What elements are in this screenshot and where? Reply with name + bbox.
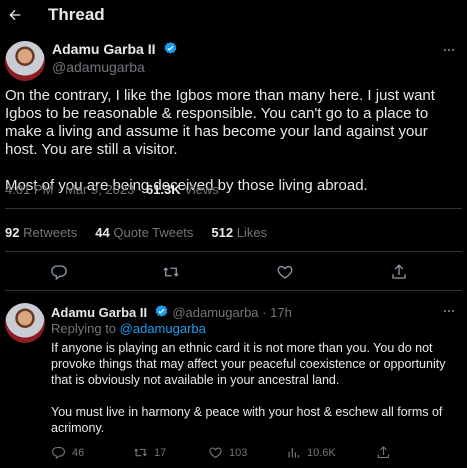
replying-to-label: Replying to <box>51 321 117 336</box>
retweets-count: 92 <box>5 225 20 240</box>
divider <box>5 208 462 209</box>
share-button[interactable] <box>390 263 408 281</box>
heart-icon <box>209 447 222 459</box>
likes-label: Likes <box>236 225 268 240</box>
quotes-count: 44 <box>95 225 110 240</box>
reply-views-count: 10.6K <box>307 446 336 459</box>
meta-separator: · <box>138 182 146 197</box>
author-handle[interactable]: @adamugarba <box>52 59 145 75</box>
reply-age[interactable]: 17h <box>270 305 292 320</box>
reply-views-button[interactable]: 10.6K <box>286 445 336 460</box>
arrow-left-icon <box>9 9 21 21</box>
verified-badge-icon <box>164 41 177 54</box>
reply-icon <box>51 446 66 460</box>
reply-author-name[interactable]: Adamu Garba II <box>51 305 147 320</box>
reply-button[interactable] <box>50 263 68 281</box>
share-icon <box>377 446 390 459</box>
meta-separator: · <box>57 182 65 197</box>
tweet-date[interactable]: Mar 9, 2023 <box>65 182 134 197</box>
thread-header: Thread <box>0 0 467 30</box>
reply-author-avatar[interactable] <box>5 303 45 343</box>
page-title: Thread <box>48 5 105 24</box>
replying-to-handle-link[interactable]: @adamugarba <box>120 321 206 336</box>
views-count: 61.3K <box>145 182 181 197</box>
verified-badge-icon <box>155 304 168 317</box>
tweet-paragraph: On the contrary, I like the Igbos more t… <box>5 87 435 158</box>
quotes-stat[interactable]: 44 Quote Tweets <box>95 225 193 240</box>
retweets-stat[interactable]: 92 Retweets <box>5 225 77 240</box>
share-icon <box>392 264 406 279</box>
reply-reply-button[interactable]: 46 <box>51 445 84 460</box>
back-button[interactable] <box>4 4 26 26</box>
retweet-icon <box>134 448 147 457</box>
reply-actions: 46 17 103 10.6K <box>0 445 467 463</box>
more-horizontal-icon <box>443 48 455 52</box>
reply-more-options-button[interactable] <box>440 302 458 320</box>
reply-like-button[interactable]: 103 <box>208 445 247 460</box>
reply-share-button[interactable] <box>376 445 391 460</box>
reply-replies-count: 46 <box>72 446 85 459</box>
likes-count: 512 <box>211 225 234 240</box>
reply-author-handle[interactable]: @adamugarba <box>172 305 258 320</box>
like-button[interactable] <box>276 263 294 281</box>
quotes-label: Quote Tweets <box>113 225 194 240</box>
likes-stat[interactable]: 512 Likes <box>211 225 267 240</box>
more-horizontal-icon <box>443 309 455 313</box>
reply-retweet-button[interactable]: 17 <box>133 445 166 460</box>
reply-icon <box>51 265 67 281</box>
reply-header: Adamu Garba II @adamugarba · 17h <box>51 304 292 320</box>
reply-paragraph: If anyone is playing an ethnic card it i… <box>51 341 446 387</box>
replying-to: Replying to @adamugarba <box>51 321 206 336</box>
reply-likes-count: 103 <box>229 446 248 459</box>
tweet-time[interactable]: 4:01 PM <box>5 182 53 197</box>
more-options-button[interactable] <box>440 41 458 59</box>
author-avatar[interactable] <box>5 41 45 81</box>
tweet-actions <box>0 263 467 283</box>
heart-icon <box>277 265 293 279</box>
retweet-icon <box>163 267 179 277</box>
reply-text: If anyone is playing an ethnic card it i… <box>51 340 463 452</box>
author-name-row: Adamu Garba II <box>52 41 178 59</box>
engagement-stats: 92 Retweets 44 Quote Tweets 512 Likes <box>5 225 267 240</box>
reply-retweets-count: 17 <box>154 446 167 459</box>
views-label: Views <box>184 182 219 197</box>
retweets-label: Retweets <box>23 225 78 240</box>
tweet-meta: 4:01 PM · Mar 9, 2023 · 61.3K Views <box>5 182 219 197</box>
divider <box>5 251 462 252</box>
retweet-button[interactable] <box>162 263 180 281</box>
divider <box>5 290 462 291</box>
reply-paragraph: You must live in harmony & peace with yo… <box>51 405 443 435</box>
reply-separator: · <box>262 305 271 320</box>
analytics-icon <box>288 448 300 458</box>
author-name[interactable]: Adamu Garba II <box>52 41 155 57</box>
